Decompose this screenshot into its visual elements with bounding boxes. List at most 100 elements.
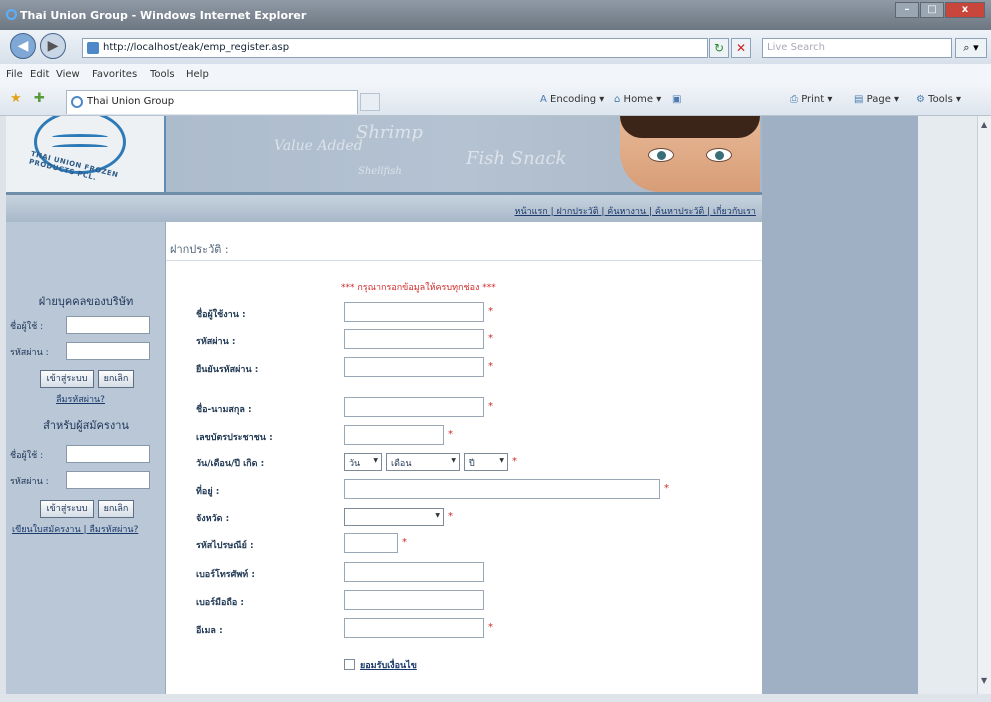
stop-icon[interactable]: ✕	[731, 38, 751, 58]
page-margin	[918, 116, 977, 694]
gear-icon: ⚙	[916, 94, 925, 105]
page-title: ฝากประวัติ :	[170, 243, 229, 256]
applicant-username-input[interactable]	[66, 445, 150, 463]
province-select[interactable]	[344, 508, 444, 526]
company-cancel-button[interactable]: ยกเลิก	[98, 370, 134, 388]
tab-title: Thai Union Group	[87, 96, 175, 107]
banner-word: Fish Snack	[466, 148, 567, 169]
required-mark: *	[488, 333, 493, 344]
fullname-input[interactable]	[344, 397, 484, 417]
banner-photo	[620, 116, 760, 192]
required-mark: *	[512, 456, 517, 467]
url-text: http://localhost/eak/emp_register.asp	[103, 42, 290, 53]
applicant-login-button[interactable]: เข้าสู่ระบบ	[40, 500, 94, 518]
required-mark: *	[488, 622, 493, 633]
close-button[interactable]: x	[945, 2, 985, 18]
banner-word: Shellfish	[358, 166, 402, 177]
address-input[interactable]	[344, 479, 660, 499]
birth-month-select[interactable]: เดือน	[386, 453, 460, 471]
accept-terms-checkbox[interactable]	[344, 659, 355, 670]
company-password-label: รหัสผ่าน :	[10, 348, 49, 358]
username-label: ชื่อผู้ใช้งาน :	[196, 310, 246, 320]
feeds-icon[interactable]: ▣	[672, 94, 681, 105]
vertical-scrollbar[interactable]: ▲ ▼	[977, 116, 991, 694]
postcode-input[interactable]	[344, 533, 398, 553]
confirm-password-input[interactable]	[344, 357, 484, 377]
nav-links[interactable]: หน้าแรก | ฝากประวัติ | ค้นหางาน | ค้นหาป…	[515, 204, 756, 218]
password-input[interactable]	[344, 329, 484, 349]
window-title: Thai Union Group - Windows Internet Expl…	[20, 9, 307, 22]
ie-logo-icon	[71, 96, 83, 108]
birth-year-select[interactable]: ปี	[464, 453, 508, 471]
birthdate-label: วัน/เดือน/ปี เกิด :	[196, 459, 265, 469]
applicant-cancel-button[interactable]: ยกเลิก	[98, 500, 134, 518]
right-decor-panel	[762, 116, 918, 694]
menu-tools[interactable]: Tools	[150, 69, 175, 80]
register-forgot-links[interactable]: เขียนใบสมัครงาน | ลืมรหัสผ่าน?	[12, 522, 138, 536]
tab-thai-union-group[interactable]: Thai Union Group	[66, 90, 358, 114]
applicant-password-label: รหัสผ่าน :	[10, 477, 49, 487]
scroll-down-icon[interactable]: ▼	[981, 676, 987, 685]
company-login-button[interactable]: เข้าสู่ระบบ	[40, 370, 94, 388]
email-input[interactable]	[344, 618, 484, 638]
phone-input[interactable]	[344, 562, 484, 582]
applicant-login-title: สำหรับผู้สมัครงาน	[43, 419, 129, 432]
page-menu-icon: ▤	[854, 94, 864, 105]
page-icon	[87, 42, 99, 54]
encoding-icon: A	[540, 94, 547, 105]
fullname-label: ชื่อ-นามสกุล :	[196, 405, 252, 415]
print-icon: ⎙	[790, 94, 798, 105]
search-input[interactable]: Live Search	[762, 38, 952, 58]
required-mark: *	[664, 483, 669, 494]
back-arrow-icon[interactable]: ◀	[10, 33, 36, 59]
company-password-input[interactable]	[66, 342, 150, 360]
phone-label: เบอร์โทรศัพท์ :	[196, 570, 255, 580]
required-note: *** กรุณากรอกข้อมูลให้ครบทุกช่อง ***	[341, 283, 496, 293]
required-mark: *	[488, 361, 493, 372]
mobile-input[interactable]	[344, 590, 484, 610]
minimize-button[interactable]: –	[895, 2, 919, 18]
home-icon: ⌂	[614, 94, 621, 105]
idcard-label: เลขบัตรประชาชน :	[196, 433, 273, 443]
ie-logo-icon	[6, 9, 17, 20]
applicant-username-label: ชื่อผู้ใช้ :	[10, 451, 44, 461]
favorites-star-icon[interactable]: ★	[10, 91, 22, 106]
birth-day-select[interactable]: วัน	[344, 453, 382, 471]
address-label: ที่อยู่ :	[196, 487, 220, 497]
search-icon[interactable]: ⌕ ▾	[955, 38, 987, 58]
company-login-title: ฝ่ายบุคคลของบริษัท	[38, 295, 134, 308]
menu-favorites[interactable]: Favorites	[92, 69, 137, 80]
company-username-label: ชื่อผู้ใช้ :	[10, 322, 44, 332]
required-mark: *	[448, 511, 453, 522]
idcard-input[interactable]	[344, 425, 444, 445]
menu-edit[interactable]: Edit	[30, 69, 49, 80]
password-label: รหัสผ่าน :	[196, 337, 236, 347]
site-nav: หน้าแรก | ฝากประวัติ | ค้นหางาน | ค้นหาป…	[6, 192, 762, 222]
company-forgot-password-link[interactable]: ลืมรหัสผ่าน?	[56, 392, 105, 406]
username-input[interactable]	[344, 302, 484, 322]
add-favorites-icon[interactable]: ✚	[34, 91, 45, 106]
menu-help[interactable]: Help	[186, 69, 209, 80]
maximize-button[interactable]: □	[920, 2, 944, 18]
window-titlebar: Thai Union Group - Windows Internet Expl…	[0, 0, 991, 30]
forward-arrow-icon[interactable]: ▶	[40, 33, 66, 59]
register-form: ฝากประวัติ : *** กรุณากรอกข้อมูลให้ครบทุ…	[166, 222, 762, 694]
page-menu-button[interactable]: ▤ Page ▾	[854, 94, 899, 105]
province-label: จังหวัด :	[196, 514, 230, 524]
required-mark: *	[488, 306, 493, 317]
browser-viewport: THAI UNION FROZEN PRODUCTS PCL. Shrimp V…	[0, 116, 977, 694]
scroll-up-icon[interactable]: ▲	[981, 120, 987, 129]
refresh-icon[interactable]: ↻	[709, 38, 729, 58]
company-username-input[interactable]	[66, 316, 150, 334]
applicant-password-input[interactable]	[66, 471, 150, 489]
menu-view[interactable]: View	[56, 69, 80, 80]
encoding-button[interactable]: A Encoding ▾	[540, 94, 604, 105]
status-bar	[0, 694, 991, 702]
print-button[interactable]: ⎙ Print ▾	[790, 94, 832, 105]
address-input[interactable]: http://localhost/eak/emp_register.asp	[82, 38, 708, 58]
new-tab-button[interactable]	[360, 93, 380, 111]
accept-terms-label[interactable]: ยอมรับเงื่อนไข	[360, 658, 417, 672]
tools-menu-button[interactable]: ⚙ Tools ▾	[916, 94, 961, 105]
menu-file[interactable]: File	[6, 69, 23, 80]
home-button[interactable]: ⌂ Home ▾	[614, 94, 661, 105]
